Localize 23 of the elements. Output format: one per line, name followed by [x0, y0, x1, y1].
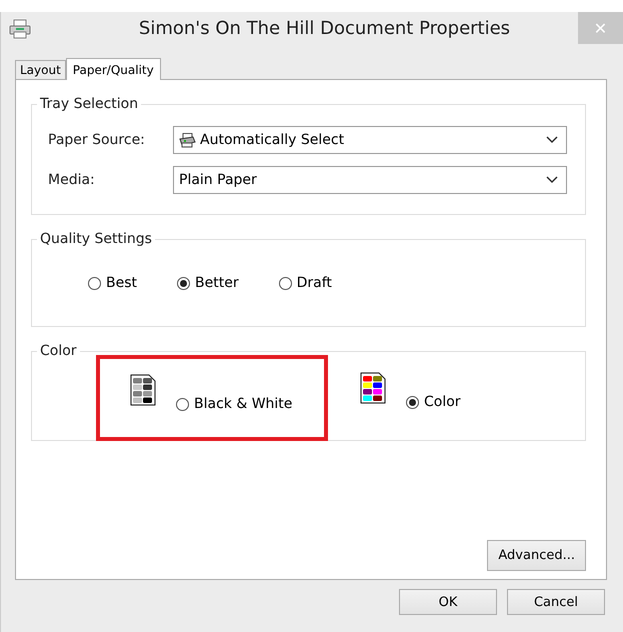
color-sheet-icon: [360, 372, 386, 404]
radio-option[interactable]: Better: [177, 275, 239, 291]
radio-option[interactable]: Best: [88, 275, 138, 291]
dropdown[interactable]: Plain Paper: [173, 166, 567, 194]
printer-icon: [9, 18, 31, 38]
group-title: Quality Settings: [37, 231, 155, 247]
tab[interactable]: Paper/Quality: [66, 58, 161, 80]
field-label: Paper Source:: [48, 132, 146, 148]
radio-option[interactable]: Draft: [278, 275, 332, 291]
radio-option[interactable]: Black & White: [176, 396, 292, 412]
chevron-down-icon: [546, 176, 558, 184]
advanced-button[interactable]: Advanced...: [487, 540, 586, 571]
field-label: Media:: [48, 172, 96, 188]
chevron-down-icon: [546, 136, 558, 144]
dropdown[interactable]: Automatically Select: [173, 126, 567, 154]
printer-icon: [179, 132, 196, 148]
grayscale-sheet-icon: [130, 374, 156, 406]
window-title: Simon's On The Hill Document Properties: [138, 18, 512, 39]
radio-option[interactable]: Color: [406, 394, 461, 410]
dialog-button[interactable]: OK: [399, 589, 497, 615]
dialog-button[interactable]: Cancel: [507, 589, 605, 615]
tab[interactable]: Layout: [15, 60, 66, 79]
group-title: Tray Selection: [37, 96, 142, 112]
